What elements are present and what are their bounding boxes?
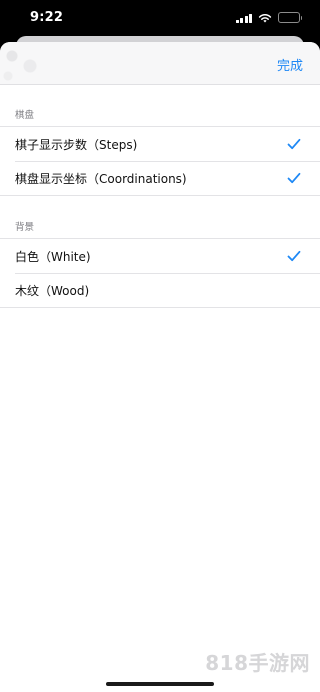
section-background: 白色（White) 木纹（Wood) [0,238,320,308]
checkmark-icon [287,172,301,184]
option-label: 木纹（Wood) [15,283,90,298]
screen: 9:22 完成 棋盘 棋子显示步数（Steps) 棋盘显示坐标（Coordina… [0,0,320,692]
section-board: 棋子显示步数（Steps) 棋盘显示坐标（Coordinations) [0,126,320,196]
battery-icon [278,12,302,23]
checkmark-icon [287,250,301,262]
done-button[interactable]: 完成 [277,55,303,74]
option-label: 白色（White) [15,249,91,264]
option-label: 棋盘显示坐标（Coordinations) [15,171,187,186]
watermark-logo: 818手游网 [205,651,310,675]
home-indicator[interactable] [106,682,214,686]
option-white[interactable]: 白色（White) [0,239,320,273]
option-show-steps[interactable]: 棋子显示步数（Steps) [0,127,320,161]
option-show-coordinations[interactable]: 棋盘显示坐标（Coordinations) [0,161,320,195]
status-bar: 9:22 [0,0,320,36]
sheet-nav-bar: 完成 [0,42,320,85]
nav-decoration [0,42,60,85]
status-time: 9:22 [30,10,64,25]
status-icons [235,12,302,23]
wifi-icon [258,13,272,22]
section-header-board: 棋盘 [15,110,35,121]
cellular-signal-icon [235,13,252,23]
option-label: 棋子显示步数（Steps) [15,137,138,152]
section-header-background: 背景 [15,222,35,233]
settings-sheet: 完成 棋盘 棋子显示步数（Steps) 棋盘显示坐标（Coordinations… [0,42,320,692]
option-wood[interactable]: 木纹（Wood) [0,273,320,307]
checkmark-icon [287,138,301,150]
